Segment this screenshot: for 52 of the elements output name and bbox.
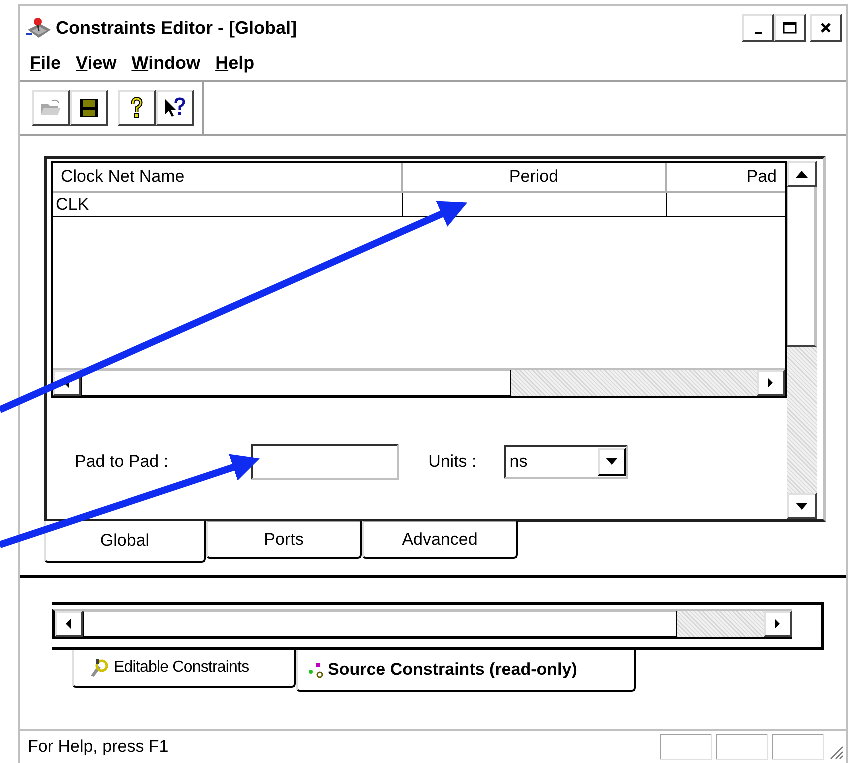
minimize-button[interactable] (742, 14, 774, 42)
tab[interactable]: Source Constraints (read-only) (296, 650, 636, 692)
scroll-left-button[interactable] (55, 611, 83, 637)
maximize-icon (783, 22, 797, 34)
help-button[interactable] (118, 90, 156, 126)
units-dropdown[interactable]: ns (504, 444, 628, 478)
field-label: Units : (428, 452, 477, 472)
menu-item[interactable]: View (74, 50, 128, 76)
close-icon (820, 22, 832, 34)
open-button[interactable] (32, 90, 70, 126)
menu-item[interactable]: Window (130, 50, 212, 76)
tools-icon (88, 658, 110, 678)
context-help-button[interactable] (156, 90, 194, 126)
menu-item[interactable]: Help (214, 50, 266, 76)
scroll-right-button[interactable] (764, 611, 792, 637)
status-pane (772, 734, 824, 760)
pointer-question-icon (163, 97, 187, 119)
save-button[interactable] (70, 90, 108, 126)
left-arrow-icon (66, 619, 72, 629)
scroll-down-button[interactable] (787, 493, 817, 519)
question-mark-icon (129, 97, 145, 119)
column-header[interactable]: Pad (667, 163, 785, 191)
column-header[interactable]: Clock Net Name (53, 163, 403, 191)
status-text: For Help, press F1 (28, 737, 169, 757)
tab[interactable]: Global (44, 521, 206, 563)
close-button[interactable] (810, 14, 842, 42)
tab[interactable]: Ports (206, 521, 362, 559)
scroll-right-button[interactable] (757, 370, 785, 396)
scroll-thumb[interactable] (81, 370, 511, 396)
dropdown-arrow-icon (606, 458, 618, 465)
status-pane (716, 734, 768, 760)
tab[interactable]: Advanced (362, 521, 518, 559)
up-arrow-icon (796, 170, 808, 178)
app-icon (26, 16, 52, 40)
tab[interactable]: Editable Constraints (72, 650, 296, 688)
resize-grip-icon[interactable] (828, 744, 844, 760)
table-cell: CLK (53, 193, 403, 217)
field-label: Pad to Pad : (75, 452, 169, 472)
column-header[interactable]: Period (403, 163, 667, 191)
window-title: Constraints Editor - [Global] (56, 18, 297, 38)
menu-item[interactable]: File (28, 50, 72, 76)
scroll-up-button[interactable] (787, 161, 817, 187)
right-arrow-icon (768, 378, 774, 388)
minimize-icon (754, 32, 762, 34)
nodes-icon (308, 662, 324, 678)
folder-icon (40, 99, 62, 117)
status-pane (660, 734, 712, 760)
pad-to-pad-field[interactable] (250, 444, 399, 480)
maximize-button[interactable] (774, 14, 806, 42)
right-arrow-icon (775, 619, 781, 629)
down-arrow-icon (796, 502, 808, 510)
scroll-thumb[interactable] (83, 611, 677, 637)
